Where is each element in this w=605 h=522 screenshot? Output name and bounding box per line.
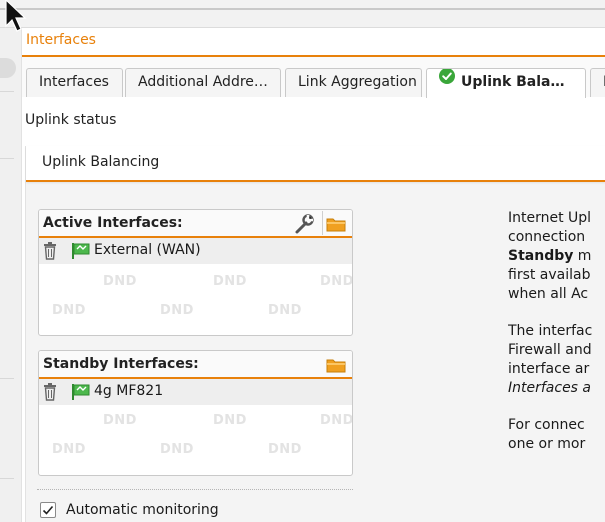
folder-icon[interactable] [325, 213, 347, 235]
mouse-cursor-icon [4, 0, 32, 34]
wrench-icon[interactable] [293, 213, 315, 235]
help-line: when all Ac [508, 286, 589, 302]
tab-more[interactable]: M [590, 68, 605, 97]
gutter-divider [0, 378, 14, 379]
tab-label: Link Aggregation [298, 74, 417, 90]
top-divider [0, 8, 605, 10]
tab-interfaces[interactable]: Interfaces [26, 68, 123, 97]
automatic-monitoring-label[interactable]: Automatic monitoring [66, 502, 219, 518]
watermark: DND [52, 303, 86, 318]
standby-interfaces-title: Standby Interfaces: [43, 356, 199, 372]
gutter-toggle[interactable] [0, 58, 16, 78]
help-line: Firewall and [508, 342, 592, 358]
green-flag-icon [72, 243, 90, 259]
help-line-italic: Interfaces a [508, 380, 592, 396]
dotted-separator [37, 489, 353, 490]
help-line: For connec [508, 417, 585, 433]
watermark: DND [268, 303, 302, 318]
help-line: connection [508, 229, 586, 245]
left-gutter [0, 28, 22, 522]
checkmark-icon [42, 505, 54, 515]
interface-name: 4g MF821 [94, 383, 164, 399]
help-line-bold: Standby [508, 248, 574, 264]
watermark: DND [213, 413, 247, 428]
automatic-monitoring-checkbox[interactable] [40, 502, 56, 518]
tab-label: Additional Addre… [138, 74, 268, 90]
watermark: DND [160, 442, 194, 457]
watermark: DND [213, 274, 247, 289]
watermark: DND [268, 442, 302, 457]
watermark: DND [103, 413, 137, 428]
tab-uplink-balancing[interactable]: Uplink Bala… [426, 68, 586, 98]
gutter-divider [0, 478, 14, 479]
help-line: one or mor [508, 436, 586, 452]
watermark: DND [160, 303, 194, 318]
watermark: DND [103, 274, 137, 289]
list-item[interactable]: External (WAN) [39, 238, 352, 264]
active-interfaces-title: Active Interfaces: [43, 215, 183, 231]
panel-title: Uplink Balancing [42, 154, 160, 170]
window-title: Interfaces [26, 32, 96, 48]
help-text: Internet Upl connection Standby m first … [508, 209, 605, 472]
help-line: Internet Upl [508, 210, 592, 226]
tab-label: Interfaces [39, 74, 109, 90]
standby-interfaces-list[interactable]: Standby Interfaces: 4g MF821 DND DND DND… [38, 350, 353, 476]
folder-icon[interactable] [325, 354, 347, 376]
panel-header: Uplink Balancing [26, 146, 605, 182]
toolbar-separator [322, 211, 323, 235]
watermark: DND [320, 413, 353, 428]
tab-bar: Interfaces Additional Addre… Link Aggreg… [22, 57, 605, 98]
help-line: m [573, 248, 592, 264]
tab-label: Uplink Bala… [461, 74, 565, 90]
help-line: The interfac [508, 323, 593, 339]
standby-interfaces-header: Standby Interfaces: [39, 351, 352, 379]
active-interfaces-list[interactable]: Active Interfaces: External (WAN) DND DN… [38, 209, 353, 336]
list-item[interactable]: 4g MF821 [39, 379, 352, 405]
uplink-status-title: Uplink status [25, 112, 117, 128]
help-line: interface ar [508, 361, 590, 377]
gutter-divider [0, 158, 14, 159]
watermark: DND [52, 442, 86, 457]
check-circle-icon [439, 69, 455, 94]
tab-additional-addresses[interactable]: Additional Addre… [125, 68, 281, 97]
trash-icon[interactable] [43, 383, 57, 401]
help-line: first availab [508, 267, 591, 283]
active-interfaces-header: Active Interfaces: [39, 210, 352, 238]
watermark: DND [320, 274, 353, 289]
top-strip [0, 0, 605, 28]
trash-icon[interactable] [43, 242, 57, 260]
tab-link-aggregation[interactable]: Link Aggregation [285, 68, 422, 97]
green-flag-icon [72, 384, 90, 400]
gutter-divider [0, 91, 14, 92]
interface-name: External (WAN) [94, 242, 201, 258]
